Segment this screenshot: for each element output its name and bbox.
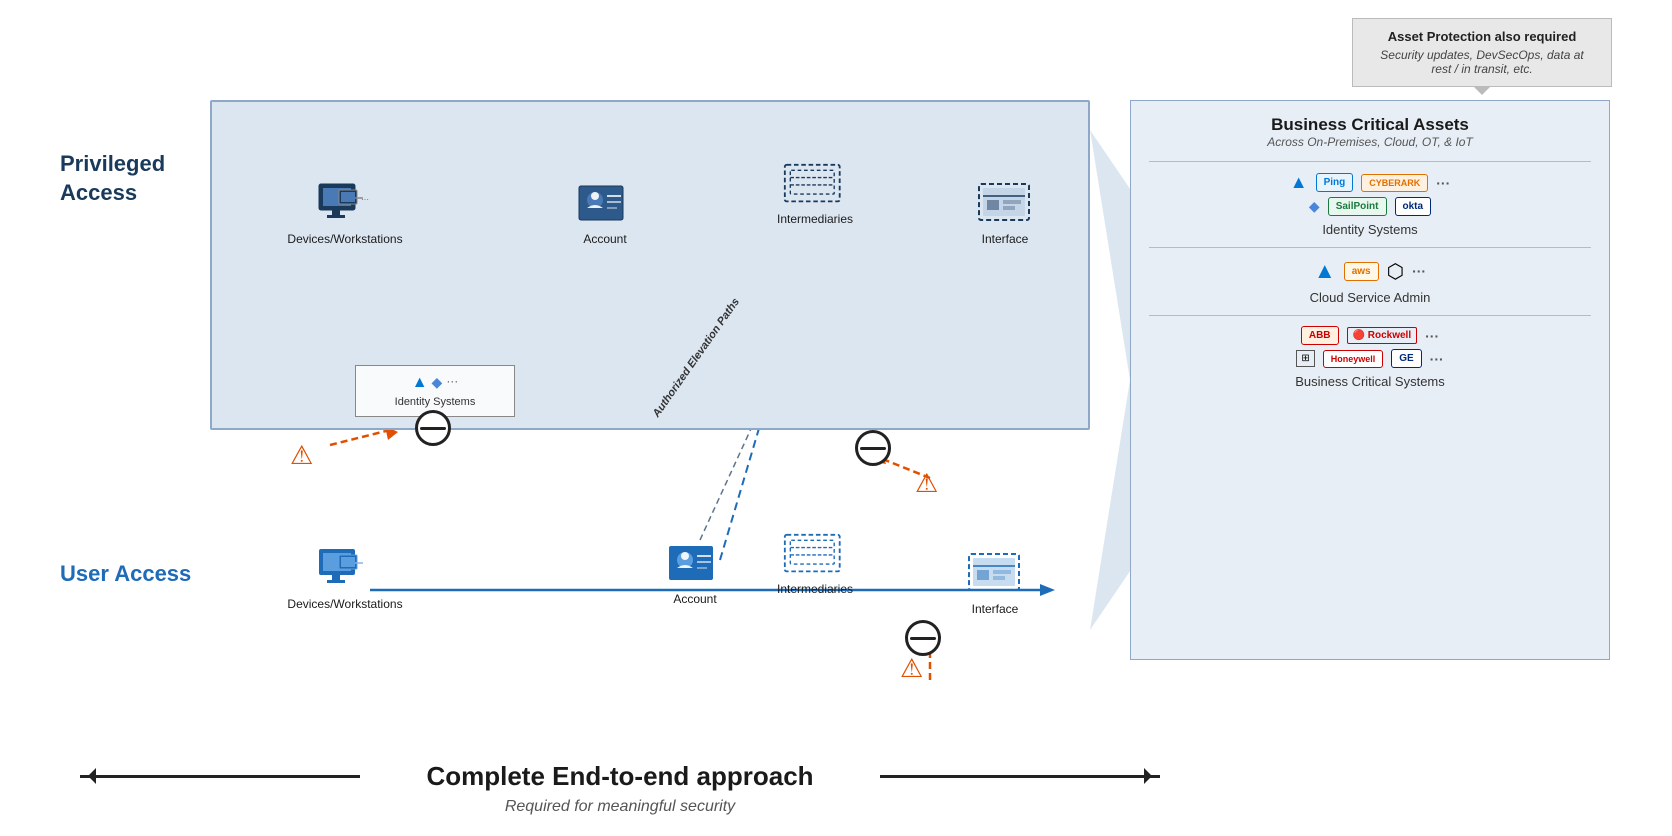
priv-interface-icon	[973, 180, 1037, 228]
bca-cloud-section: ▲ aws ⬡ ··· Cloud Service Admin	[1149, 258, 1591, 305]
right-arrowhead	[1144, 768, 1160, 784]
more-dots-4: ···	[1430, 351, 1444, 367]
svg-text:···: ···	[361, 195, 369, 204]
identity-box-label: Identity Systems	[395, 396, 476, 408]
ping-logo: Ping	[1316, 173, 1354, 192]
intermediaries-icon-dark	[783, 159, 847, 209]
azure-tri-icon: ▲	[412, 374, 428, 392]
cyberark-logo: CYBERARK	[1361, 174, 1428, 192]
azure-cloud-icon: ▲	[1314, 258, 1336, 284]
gcp-icon: ⬡	[1387, 259, 1404, 284]
priv-devices-label: Devices/Workstations	[287, 232, 402, 248]
callout-body: Security updates, DevSecOps, data at res…	[1369, 48, 1595, 76]
main-diagram: Privileged Access User Access Business C…	[60, 100, 1610, 720]
biz-logos-2: ⊞ Honeywell GE ···	[1149, 349, 1591, 368]
sailpoint-icon: ◆	[1309, 198, 1320, 215]
account-icon-blue	[667, 542, 723, 586]
priv-devices-node: ··· Devices/Workstations	[290, 180, 400, 248]
cloud-label: Cloud Service Admin	[1149, 290, 1591, 305]
left-arrow-line	[80, 775, 360, 778]
bottom-title-container: Complete End-to-end approach	[360, 761, 880, 792]
asset-protection-callout: Asset Protection also required Security …	[1352, 18, 1612, 87]
bca-title: Business Critical Assets	[1149, 115, 1591, 135]
bottom-section: Complete End-to-end approach Required fo…	[80, 761, 1160, 816]
priv-intermediaries-icon	[783, 160, 847, 208]
identity-logos-2: ◆ SailPoint okta	[1149, 197, 1591, 216]
interface-icon-blue	[967, 552, 1023, 596]
honeywell-logo: Honeywell	[1323, 350, 1384, 368]
priv-interface-label: Interface	[982, 232, 1029, 248]
nogo-sign-middle	[855, 430, 891, 466]
bottom-subtitle: Required for meaningful security	[80, 798, 1160, 816]
user-devices-icon	[313, 545, 377, 593]
identity-box-logos: ▲ ◆ ···	[412, 374, 459, 392]
callout-title: Asset Protection also required	[1369, 29, 1595, 44]
more-dots-3: ···	[1425, 328, 1439, 344]
priv-devices-icon: ···	[313, 180, 377, 228]
bca-panel: Business Critical Assets Across On-Premi…	[1130, 100, 1610, 660]
bca-identity-section: ▲ Ping CYBERARK ··· ◆ SailPoint okta Ide…	[1149, 172, 1591, 237]
okta-logo: okta	[1395, 197, 1432, 216]
priv-account-node: Account	[550, 180, 660, 248]
warn-middle: ⚠	[915, 468, 938, 499]
priv-interface-node: Interface	[950, 180, 1060, 248]
workstation-icon-blue	[317, 547, 373, 591]
bca-subtitle: Across On-Premises, Cloud, OT, & IoT	[1149, 135, 1591, 149]
priv-intermediaries-node: Intermediaries	[760, 160, 870, 228]
identity-label: Identity Systems	[1149, 222, 1591, 237]
user-interface-label: Interface	[972, 602, 1019, 618]
nogo-sign-bottom	[905, 620, 941, 656]
priv-account-icon	[573, 180, 637, 228]
user-intermediaries-label: Intermediaries	[777, 582, 853, 598]
user-intermediaries-icon	[783, 530, 847, 578]
account-icon-dark	[577, 182, 633, 226]
user-devices-node: Devices/Workstations	[290, 545, 400, 613]
biz-label: Business Critical Systems	[1149, 374, 1591, 389]
sailpoint-logo: SailPoint	[1328, 197, 1387, 216]
user-interface-node: Interface	[940, 550, 1050, 618]
user-account-node: Account	[640, 540, 750, 608]
more-dots-1: ···	[1436, 175, 1450, 191]
user-intermediaries-node: Intermediaries	[760, 530, 870, 598]
biz-logos-1: ABB 🔴 Rockwell ···	[1149, 326, 1591, 345]
aws-logo: aws	[1344, 262, 1379, 281]
ot-icon: ⊞	[1296, 350, 1314, 367]
priv-account-label: Account	[583, 232, 626, 248]
cloud-logos: ▲ aws ⬡ ···	[1149, 258, 1591, 284]
priv-intermediaries-label: Intermediaries	[777, 212, 853, 228]
user-access-label: User Access	[60, 560, 205, 589]
bottom-arrows-row: Complete End-to-end approach	[80, 761, 1160, 792]
user-devices-label: Devices/Workstations	[287, 597, 402, 613]
user-interface-icon	[963, 550, 1027, 598]
interface-icon-dark	[977, 182, 1033, 226]
azure-icon: ▲	[1290, 172, 1308, 193]
abb-logo: ABB	[1301, 326, 1339, 345]
warn-left: ⚠	[290, 440, 313, 471]
rockwell-logo: 🔴 Rockwell	[1347, 327, 1418, 344]
left-arrowhead	[80, 768, 96, 784]
identity-logos: ▲ Ping CYBERARK ···	[1149, 172, 1591, 193]
user-account-label: Account	[673, 592, 716, 608]
right-arrow-line	[880, 775, 1160, 778]
priv-access-box	[210, 100, 1090, 430]
priv-access-label: Privileged Access	[60, 150, 205, 207]
more-dots-2: ···	[1412, 263, 1426, 279]
nogo-sign-left	[415, 410, 451, 446]
warn-bottom: ⚠	[900, 653, 923, 684]
user-account-icon	[663, 540, 727, 588]
intermediaries-icon-blue	[783, 529, 847, 579]
diamond-icon: ◆	[432, 374, 443, 392]
workstation-icon-dark: ···	[317, 182, 373, 226]
bottom-title: Complete End-to-end approach	[360, 761, 880, 792]
ge-logo: GE	[1391, 349, 1421, 368]
bca-biz-section: ABB 🔴 Rockwell ··· ⊞ Honeywell GE ··· Bu…	[1149, 326, 1591, 389]
id-more-dots: ···	[446, 374, 458, 392]
